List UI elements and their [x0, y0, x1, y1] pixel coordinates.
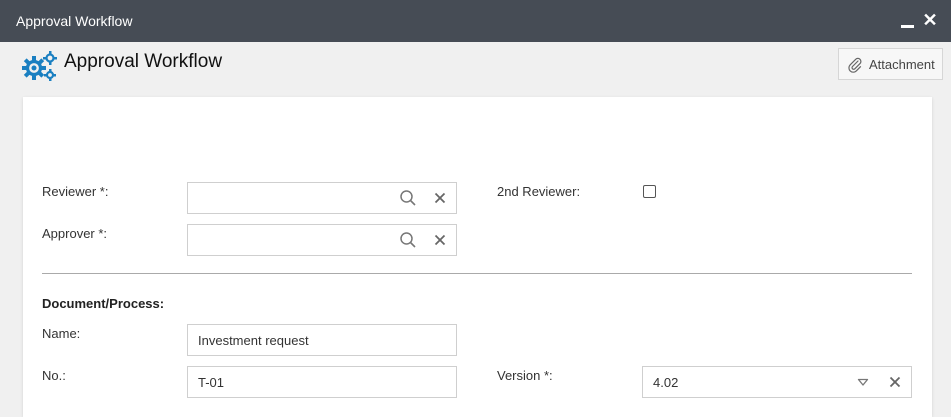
approver-input[interactable]: [188, 225, 398, 255]
clear-icon[interactable]: [430, 188, 450, 208]
page-title: Approval Workflow: [64, 51, 223, 72]
clear-icon[interactable]: [885, 372, 905, 392]
form-card: Reviewer *: 2nd Reviewer: Approver *: Do…: [23, 97, 932, 417]
reviewer-input[interactable]: [188, 183, 398, 213]
window-titlebar: Approval Workflow ✕: [0, 0, 951, 42]
section-divider: [42, 273, 912, 274]
second-reviewer-label: 2nd Reviewer:: [497, 184, 581, 199]
attachment-label: Attachment: [869, 57, 935, 72]
name-label: Name:: [42, 326, 81, 341]
search-icon[interactable]: [398, 230, 418, 250]
name-input[interactable]: [188, 325, 456, 355]
minimize-button[interactable]: [899, 10, 917, 30]
gears-icon: [22, 51, 57, 81]
number-field: [187, 366, 457, 398]
section-title: Document/Process:: [42, 296, 165, 311]
version-input[interactable]: [643, 367, 853, 397]
window-title: Approval Workflow: [16, 13, 133, 29]
number-label: No.:: [42, 368, 66, 383]
search-icon[interactable]: [398, 188, 418, 208]
reviewer-label: Reviewer *:: [42, 184, 109, 199]
approver-label: Approver *:: [42, 226, 108, 241]
version-label: Version *:: [497, 368, 553, 383]
paperclip-icon: [848, 57, 862, 73]
name-field: [187, 324, 457, 356]
number-input[interactable]: [188, 367, 456, 397]
version-select[interactable]: [642, 366, 912, 398]
page-header: Approval Workflow Attachment: [0, 42, 951, 96]
close-button[interactable]: ✕: [921, 10, 939, 30]
clear-icon[interactable]: [430, 230, 450, 250]
second-reviewer-checkbox[interactable]: [643, 185, 656, 198]
reviewer-field: [187, 182, 457, 214]
attachment-button[interactable]: Attachment: [838, 48, 943, 80]
approver-field: [187, 224, 457, 256]
dropdown-arrow-icon[interactable]: [853, 372, 873, 392]
